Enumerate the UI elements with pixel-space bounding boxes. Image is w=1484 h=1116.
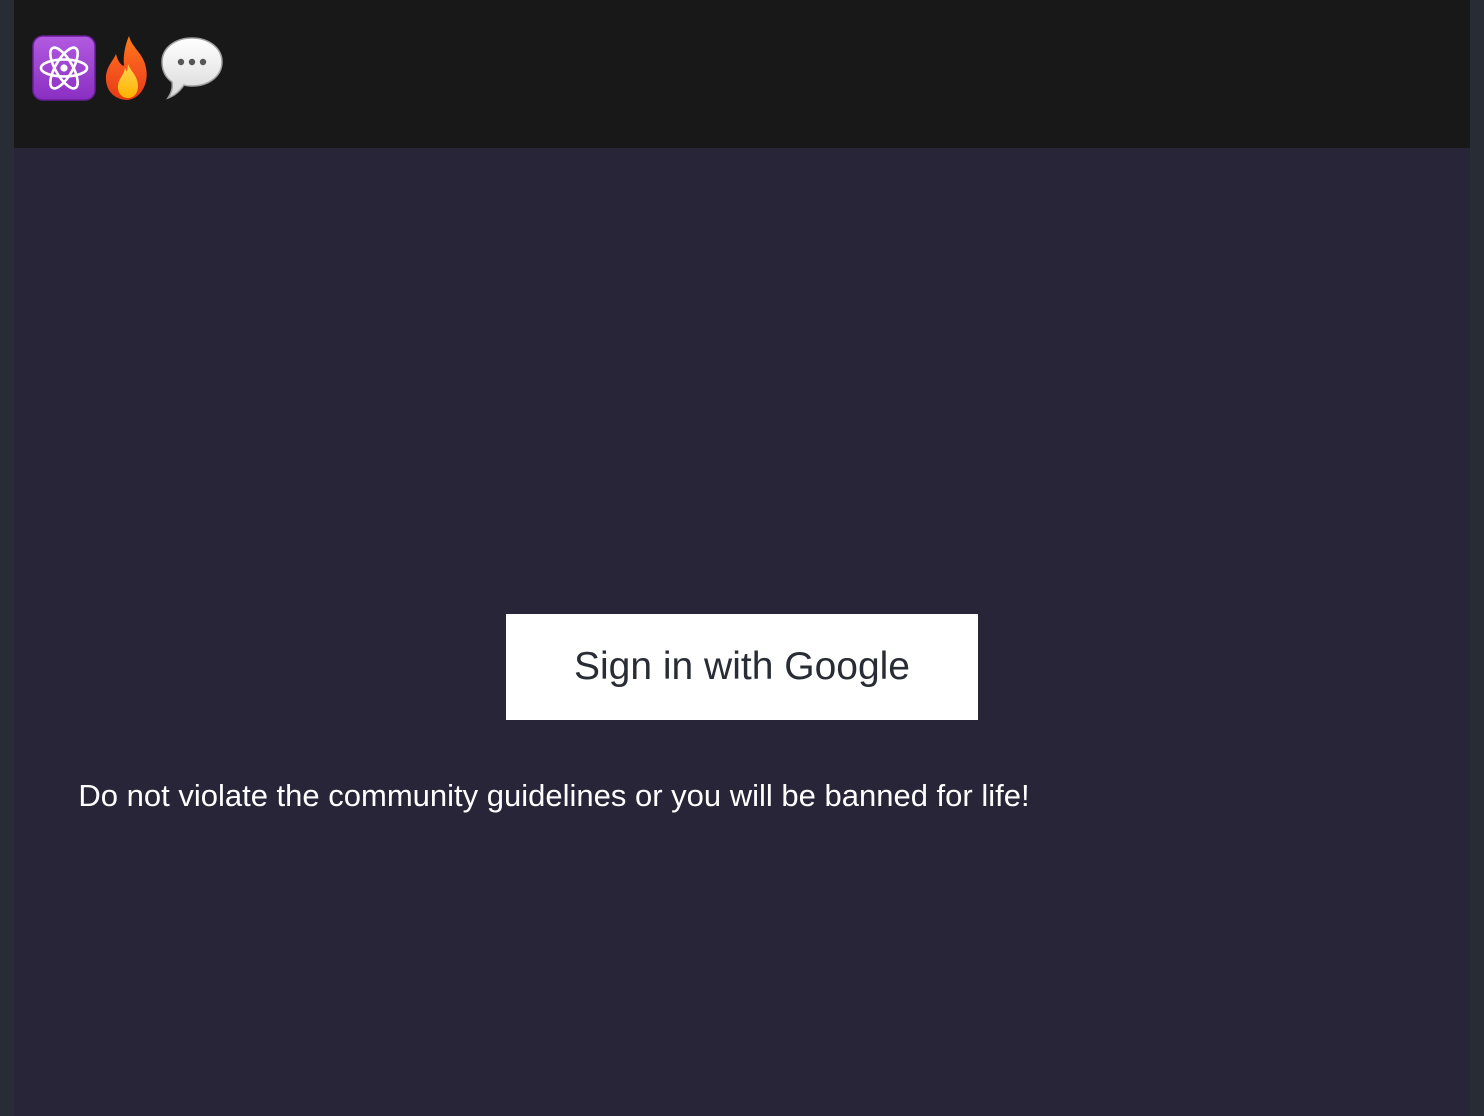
atom-symbol-icon (32, 34, 96, 102)
app-logo (32, 34, 224, 102)
speech-balloon-icon (160, 34, 224, 102)
fire-icon (96, 34, 160, 102)
chat-app: Sign in with Google Do not violate the c… (14, 0, 1470, 1116)
community-guidelines-notice: Do not violate the community guidelines … (78, 778, 1030, 813)
sign-in-with-google-button[interactable]: Sign in with Google (506, 614, 978, 720)
app-header (14, 0, 1470, 148)
